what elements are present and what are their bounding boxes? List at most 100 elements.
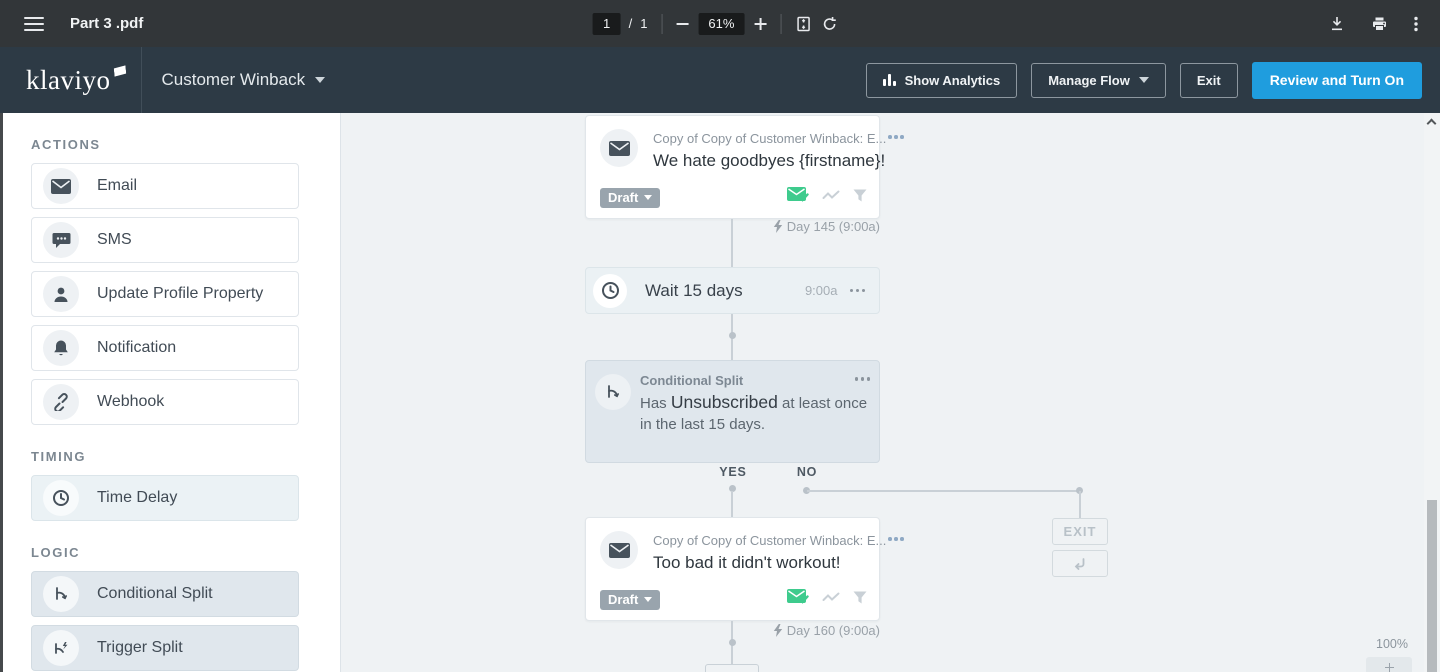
chevron-down-icon [315,77,325,83]
time-delay-step-card[interactable]: Wait 15 days 9:00a [585,267,880,314]
wait-time: 9:00a [805,283,838,298]
lightning-icon [773,624,783,637]
flow-connector [1079,491,1081,518]
pdf-toolbar: Part 3 .pdf 1 / 1 61% [0,0,1440,47]
status-badge[interactable]: Draft [600,590,660,610]
connector-node [729,639,736,646]
page-number-input[interactable]: 1 [593,13,621,35]
status-badge[interactable]: Draft [600,188,660,208]
exit-node[interactable]: EXIT [1052,518,1108,545]
lightning-icon [773,220,783,233]
sidebar-item-webhook[interactable]: Webhook [31,379,299,425]
person-icon [43,276,79,312]
flow-actions-sidebar: ACTIONS Email SMS Update Profile Propert… [3,113,341,672]
sidebar-item-trigger-split[interactable]: Trigger Split [31,625,299,671]
branch-yes-label: YES [713,465,753,479]
schedule-label: Day 160 (9:00a) [680,623,880,638]
analytics-pulse-icon [822,189,840,207]
bell-icon [43,330,79,366]
schedule-label: Day 145 (9:00a) [680,219,880,234]
more-icon[interactable] [886,531,906,547]
email-step-card-2[interactable]: Copy of Copy of Customer Winback: E... T… [585,517,880,621]
sidebar-item-time-delay[interactable]: Time Delay [31,475,299,521]
email-step-card-1[interactable]: Copy of Copy of Customer Winback: E... W… [585,115,880,219]
app-header: klaviyo Customer Winback Show Analytics … [0,47,1440,113]
section-title-logic: LOGIC [31,545,340,560]
sidebar-item-label: Notification [97,339,176,357]
analytics-pulse-icon [822,591,840,609]
manage-flow-label: Manage Flow [1048,73,1130,88]
more-icon[interactable] [886,129,906,145]
flow-connector [731,491,733,517]
status-label: Draft [608,190,638,205]
chevron-down-icon [644,195,652,200]
manage-flow-button[interactable]: Manage Flow [1031,63,1166,98]
email-icon [600,129,638,167]
email-icon [600,531,638,569]
fit-page-icon[interactable] [795,16,811,32]
sidebar-item-email[interactable]: Email [31,163,299,209]
sidebar-item-update-profile-property[interactable]: Update Profile Property [31,271,299,317]
rotate-icon[interactable] [821,16,837,32]
trigger-split-icon [43,630,79,666]
logo-text: klaviyo [26,65,111,95]
review-turn-on-button[interactable]: Review and Turn On [1252,62,1422,99]
reroute-node[interactable] [1052,550,1108,577]
email-name: Copy of Copy of Customer Winback: E... [653,131,886,146]
status-label: Draft [608,592,638,607]
connector-node [729,332,736,339]
flag-icon [113,65,126,76]
toolbar-divider [661,14,662,34]
zoom-in-button[interactable] [754,18,766,30]
section-title-timing: TIMING [31,449,340,464]
chevron-down-icon [644,597,652,602]
wait-label: Wait 15 days [645,281,743,301]
flow-name-dropdown[interactable]: Customer Winback [162,70,326,90]
more-icon[interactable] [853,371,873,387]
klaviyo-logo[interactable]: klaviyo [26,65,127,96]
email-icon [43,168,79,204]
sidebar-item-label: Update Profile Property [97,285,263,303]
email-name: Copy of Copy of Customer Winback: E... [653,533,886,548]
sidebar-item-notification[interactable]: Notification [31,325,299,371]
show-analytics-label: Show Analytics [905,73,1001,88]
link-icon [43,384,79,420]
print-icon[interactable] [1371,16,1388,32]
branch-split-icon [43,576,79,612]
canvas-zoom-level: 100% [1376,637,1408,651]
show-analytics-button[interactable]: Show Analytics [866,63,1018,98]
header-divider [141,47,142,113]
zoom-out-button[interactable] [676,23,688,25]
more-vertical-icon[interactable] [1414,16,1418,32]
sidebar-item-label: Webhook [97,393,164,411]
download-icon[interactable] [1329,16,1345,32]
page-divider: / [629,16,633,31]
page-total: 1 [640,16,647,31]
filter-icon [853,591,867,609]
conditional-split-card[interactable]: Conditional Split Has Unsubscribed at le… [585,360,880,463]
email-subject: Too bad it didn't workout! [653,553,906,573]
next-step-node[interactable] [705,664,759,672]
flow-connector [807,490,1081,492]
exit-button[interactable]: Exit [1180,63,1238,98]
split-condition-metric: Unsubscribed [671,392,778,412]
canvas-zoom-in-button[interactable] [1366,657,1412,672]
return-arrow-icon [1074,558,1086,570]
flow-name: Customer Winback [162,70,306,90]
sidebar-item-label: Email [97,177,137,195]
menu-icon[interactable] [24,17,44,31]
sidebar-item-conditional-split[interactable]: Conditional Split [31,571,299,617]
toolbar-divider [780,14,781,34]
sidebar-item-label: Conditional Split [97,585,213,603]
clock-icon [593,274,627,308]
flow-canvas[interactable]: Copy of Copy of Customer Winback: E... W… [341,113,1424,672]
scrollbar-thumb[interactable] [1427,500,1437,672]
chevron-down-icon [1139,77,1149,83]
more-icon[interactable] [848,283,868,299]
sidebar-item-sms[interactable]: SMS [31,217,299,263]
scroll-up-arrow-icon[interactable] [1427,119,1437,129]
zoom-level-input[interactable]: 61% [698,13,744,35]
email-subject: We hate goodbyes {firstname}! [653,151,906,171]
sidebar-item-label: SMS [97,231,132,249]
scrollbar[interactable] [1424,113,1440,672]
